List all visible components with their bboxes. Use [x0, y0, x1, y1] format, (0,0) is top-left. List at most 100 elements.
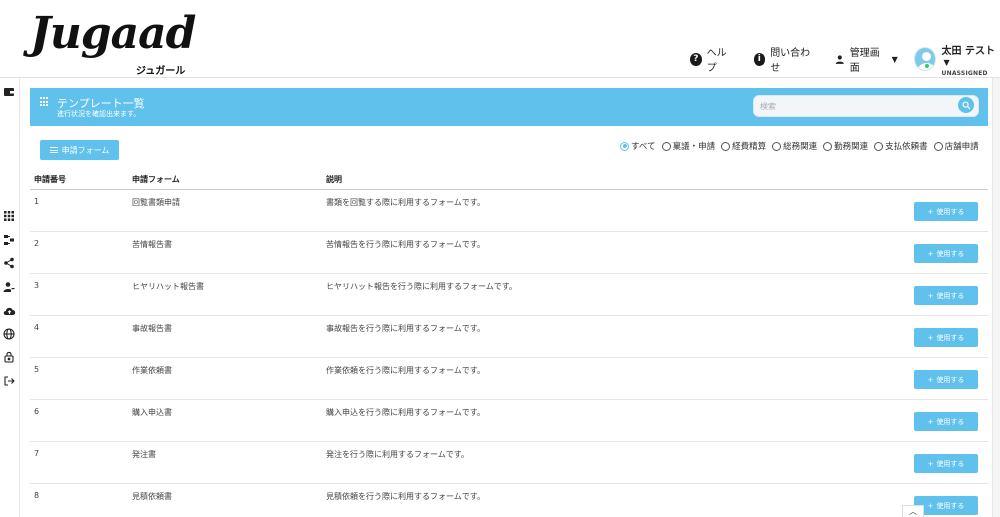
row-description: 見積依頼を行う際に利用するフォームです。 — [326, 492, 485, 501]
search-icon — [961, 100, 970, 109]
plus-icon: + — [927, 291, 934, 300]
person-icon — [835, 54, 844, 64]
table-row: 1 回覧書類申請 書類を回覧する際に利用するフォームです。 + 使用する — [30, 190, 988, 232]
logout-icon[interactable] — [2, 375, 16, 389]
search-box — [753, 95, 979, 117]
online-status-dot — [924, 63, 930, 69]
filter-attendance[interactable]: 勤務関連 — [823, 140, 868, 152]
row-form-name: 見積依頼書 — [132, 492, 172, 501]
search-input[interactable] — [760, 99, 955, 114]
page-scrollbar[interactable] — [992, 78, 1000, 517]
user-name: 太田 テスト ▼ — [941, 45, 996, 67]
page-subtitle: 進行状況を確認出来ます。 — [57, 110, 141, 118]
row-form-name: 回覧書類申請 — [132, 198, 180, 207]
caret-down-icon: ▼ — [943, 57, 950, 67]
row-description: ヒヤリハット報告を行う際に利用するフォームです。 — [326, 282, 517, 291]
row-number: 3 — [34, 281, 40, 290]
filter-store-request[interactable]: 店舗申請 — [933, 140, 979, 152]
admin-label: 管理画面 — [849, 48, 880, 74]
radio-unchecked[interactable] — [823, 141, 833, 151]
radio-unchecked[interactable] — [874, 141, 884, 151]
header-number: 申請番号 — [34, 175, 66, 184]
table-row: 8 見積依頼書 見積依頼を行う際に利用するフォームです。 + 使用する — [30, 484, 988, 517]
category-filters: すべて 稟議・申請 経費精算 総務関連 勤務関連 支払依頼書 店舗申請 — [620, 139, 979, 153]
radio-unchecked[interactable] — [661, 141, 671, 151]
radio-unchecked[interactable] — [772, 141, 782, 151]
jugaad-logo[interactable]: Jugaad ジュガール — [30, 12, 215, 78]
use-button[interactable]: + 使用する — [914, 370, 978, 389]
search-button[interactable] — [958, 97, 974, 113]
row-description: 購入申込を行う際に利用するフォームです。 — [326, 408, 485, 417]
user-edit-icon[interactable] — [2, 281, 16, 295]
row-form-name: 事故報告書 — [132, 324, 172, 333]
plus-icon: + — [927, 459, 934, 468]
row-form-name: 苦情報告書 — [132, 240, 172, 249]
plus-icon: + — [927, 417, 934, 426]
help-label: ヘルプ — [706, 48, 727, 74]
wallet-icon[interactable] — [2, 86, 16, 100]
logo-text: Jugaad — [30, 8, 196, 59]
filter-expense[interactable]: 経費精算 — [721, 140, 766, 152]
question-circle-icon: ? — [690, 52, 702, 66]
plus-icon: + — [927, 375, 934, 384]
table-row: 7 発注書 発注を行う際に利用するフォームです。 + 使用する — [30, 442, 988, 484]
caret-down-icon: ▼ — [891, 54, 898, 64]
left-toolbar — [0, 78, 20, 517]
user-status: UNASSIGNED — [941, 69, 988, 77]
row-number: 1 — [34, 197, 40, 206]
cloud-upload-icon[interactable] — [2, 305, 16, 319]
row-number: 2 — [34, 239, 40, 248]
list-icon — [49, 147, 58, 153]
admin-menu[interactable]: 管理画面 ▼ — [835, 44, 898, 74]
user-info: 太田 テスト ▼ UNASSIGNED — [942, 42, 1000, 77]
row-description: 作業依頼を行う際に利用するフォームです。 — [326, 366, 485, 375]
share-icon[interactable] — [2, 257, 16, 271]
use-button[interactable]: + 使用する — [914, 202, 978, 221]
radio-unchecked[interactable] — [933, 141, 943, 151]
table-row: 2 苦情報告書 苦情報告を行う際に利用するフォームです。 + 使用する — [30, 232, 988, 274]
help-link[interactable]: ? ヘルプ — [690, 44, 734, 74]
plus-icon: + — [927, 333, 934, 342]
form-filter-button[interactable]: 申請フォーム — [40, 140, 119, 160]
plus-icon: + — [927, 249, 934, 258]
plus-icon: + — [927, 501, 934, 510]
header-nav: ? ヘルプ i 問い合わせ 管理画面 ▼ 太田 テスト ▼ UNASSIGNED — [670, 44, 1000, 77]
use-button[interactable]: + 使用する — [914, 286, 978, 305]
contact-link[interactable]: i 問い合わせ — [753, 44, 816, 74]
table-row: 3 ヒヤリハット報告書 ヒヤリハット報告を行う際に利用するフォームです。 + 使用… — [30, 274, 988, 316]
use-button[interactable]: + 使用する — [914, 328, 978, 347]
row-number: 7 — [34, 449, 40, 458]
row-description: 事故報告を行う際に利用するフォームです。 — [326, 324, 485, 333]
row-number: 8 — [34, 491, 40, 500]
row-description: 書類を回覧する際に利用するフォームです。 — [326, 198, 485, 207]
use-button[interactable]: + 使用する — [914, 244, 978, 263]
apps-grid-icon[interactable] — [2, 210, 16, 224]
user-menu[interactable]: 太田 テスト ▼ UNASSIGNED — [913, 42, 1000, 77]
plus-icon: + — [927, 207, 934, 216]
filter-general-affairs[interactable]: 総務関連 — [772, 140, 817, 152]
logo-subtext: ジュガール — [136, 66, 186, 77]
lock-icon[interactable] — [2, 351, 16, 365]
grid-icon — [40, 97, 50, 107]
radio-unchecked[interactable] — [721, 141, 731, 151]
header-description: 説明 — [326, 175, 342, 184]
row-number: 6 — [34, 407, 40, 416]
use-button[interactable]: + 使用する — [914, 454, 978, 473]
filter-payment-request[interactable]: 支払依頼書 — [874, 140, 928, 152]
row-form-name: ヒヤリハット報告書 — [132, 282, 204, 291]
chevron-up-icon: ︿ — [909, 507, 917, 516]
scroll-top-button[interactable]: ︿ — [902, 505, 924, 517]
flow-icon[interactable] — [2, 234, 16, 248]
info-circle-icon: i — [753, 52, 766, 66]
filter-ringi[interactable]: 稟議・申請 — [661, 140, 715, 152]
globe-icon[interactable] — [2, 328, 16, 342]
radio-checked[interactable] — [620, 141, 629, 151]
form-button-label: 申請フォーム — [61, 145, 110, 155]
filter-all[interactable]: すべて — [620, 140, 656, 152]
row-description: 苦情報告を行う際に利用するフォームです。 — [326, 240, 485, 249]
top-header: Jugaad ジュガール ? ヘルプ i 問い合わせ 管理画面 ▼ 太田 テスト… — [0, 0, 1000, 78]
use-button[interactable]: + 使用する — [914, 412, 978, 431]
row-form-name: 作業依頼書 — [132, 366, 172, 375]
row-number: 4 — [34, 323, 40, 332]
row-form-name: 購入申込書 — [132, 408, 172, 417]
